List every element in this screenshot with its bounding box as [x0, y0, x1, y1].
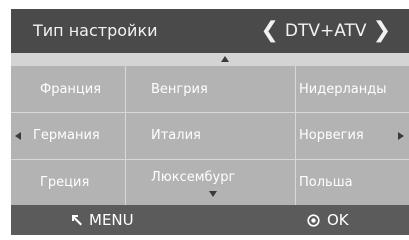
chevron-left-icon[interactable]: ❮	[254, 9, 284, 53]
country-grid: Франция Венгрия Нидерланды Германия Итал…	[11, 66, 409, 205]
chevron-right-icon[interactable]: ❯	[367, 9, 397, 53]
grid-divider	[11, 159, 409, 160]
country-item[interactable]: Люксембург	[151, 171, 235, 185]
header-bar: Тип настройки ❮ DTV+ATV ❯	[11, 9, 409, 53]
scroll-up-bar[interactable]	[11, 53, 409, 66]
country-item[interactable]: Нидерланды	[299, 83, 387, 97]
triangle-left-icon[interactable]	[15, 132, 21, 140]
ok-button[interactable]: OK	[307, 205, 349, 235]
tv-settings-screen: Тип настройки ❮ DTV+ATV ❯ Франция Венгри…	[0, 0, 409, 240]
country-item[interactable]: Венгрия	[151, 83, 208, 97]
ok-circle-icon	[307, 213, 320, 227]
grid-divider	[295, 66, 296, 205]
menu-label: MENU	[89, 211, 134, 229]
country-item[interactable]: Франция	[40, 83, 101, 97]
country-item[interactable]: Италия	[151, 129, 201, 143]
grid-divider	[11, 112, 409, 113]
country-item[interactable]: Норвегия	[299, 129, 364, 143]
country-item[interactable]: Германия	[33, 129, 100, 143]
country-item[interactable]: Греция	[40, 176, 89, 190]
footer-bar: MENU OK	[11, 205, 409, 235]
menu-button[interactable]: MENU	[71, 205, 134, 235]
page-title: Тип настройки	[33, 21, 158, 40]
country-item[interactable]: Польша	[299, 176, 353, 190]
return-arrow-icon	[71, 214, 83, 226]
triangle-up-icon[interactable]	[221, 56, 229, 62]
triangle-down-icon[interactable]	[209, 191, 217, 197]
tuning-type-selector[interactable]: ❮ DTV+ATV ❯	[254, 9, 397, 53]
triangle-right-icon[interactable]	[398, 132, 404, 140]
grid-divider	[125, 66, 126, 205]
ok-label: OK	[327, 211, 349, 229]
tuning-type-value: DTV+ATV	[284, 21, 367, 41]
